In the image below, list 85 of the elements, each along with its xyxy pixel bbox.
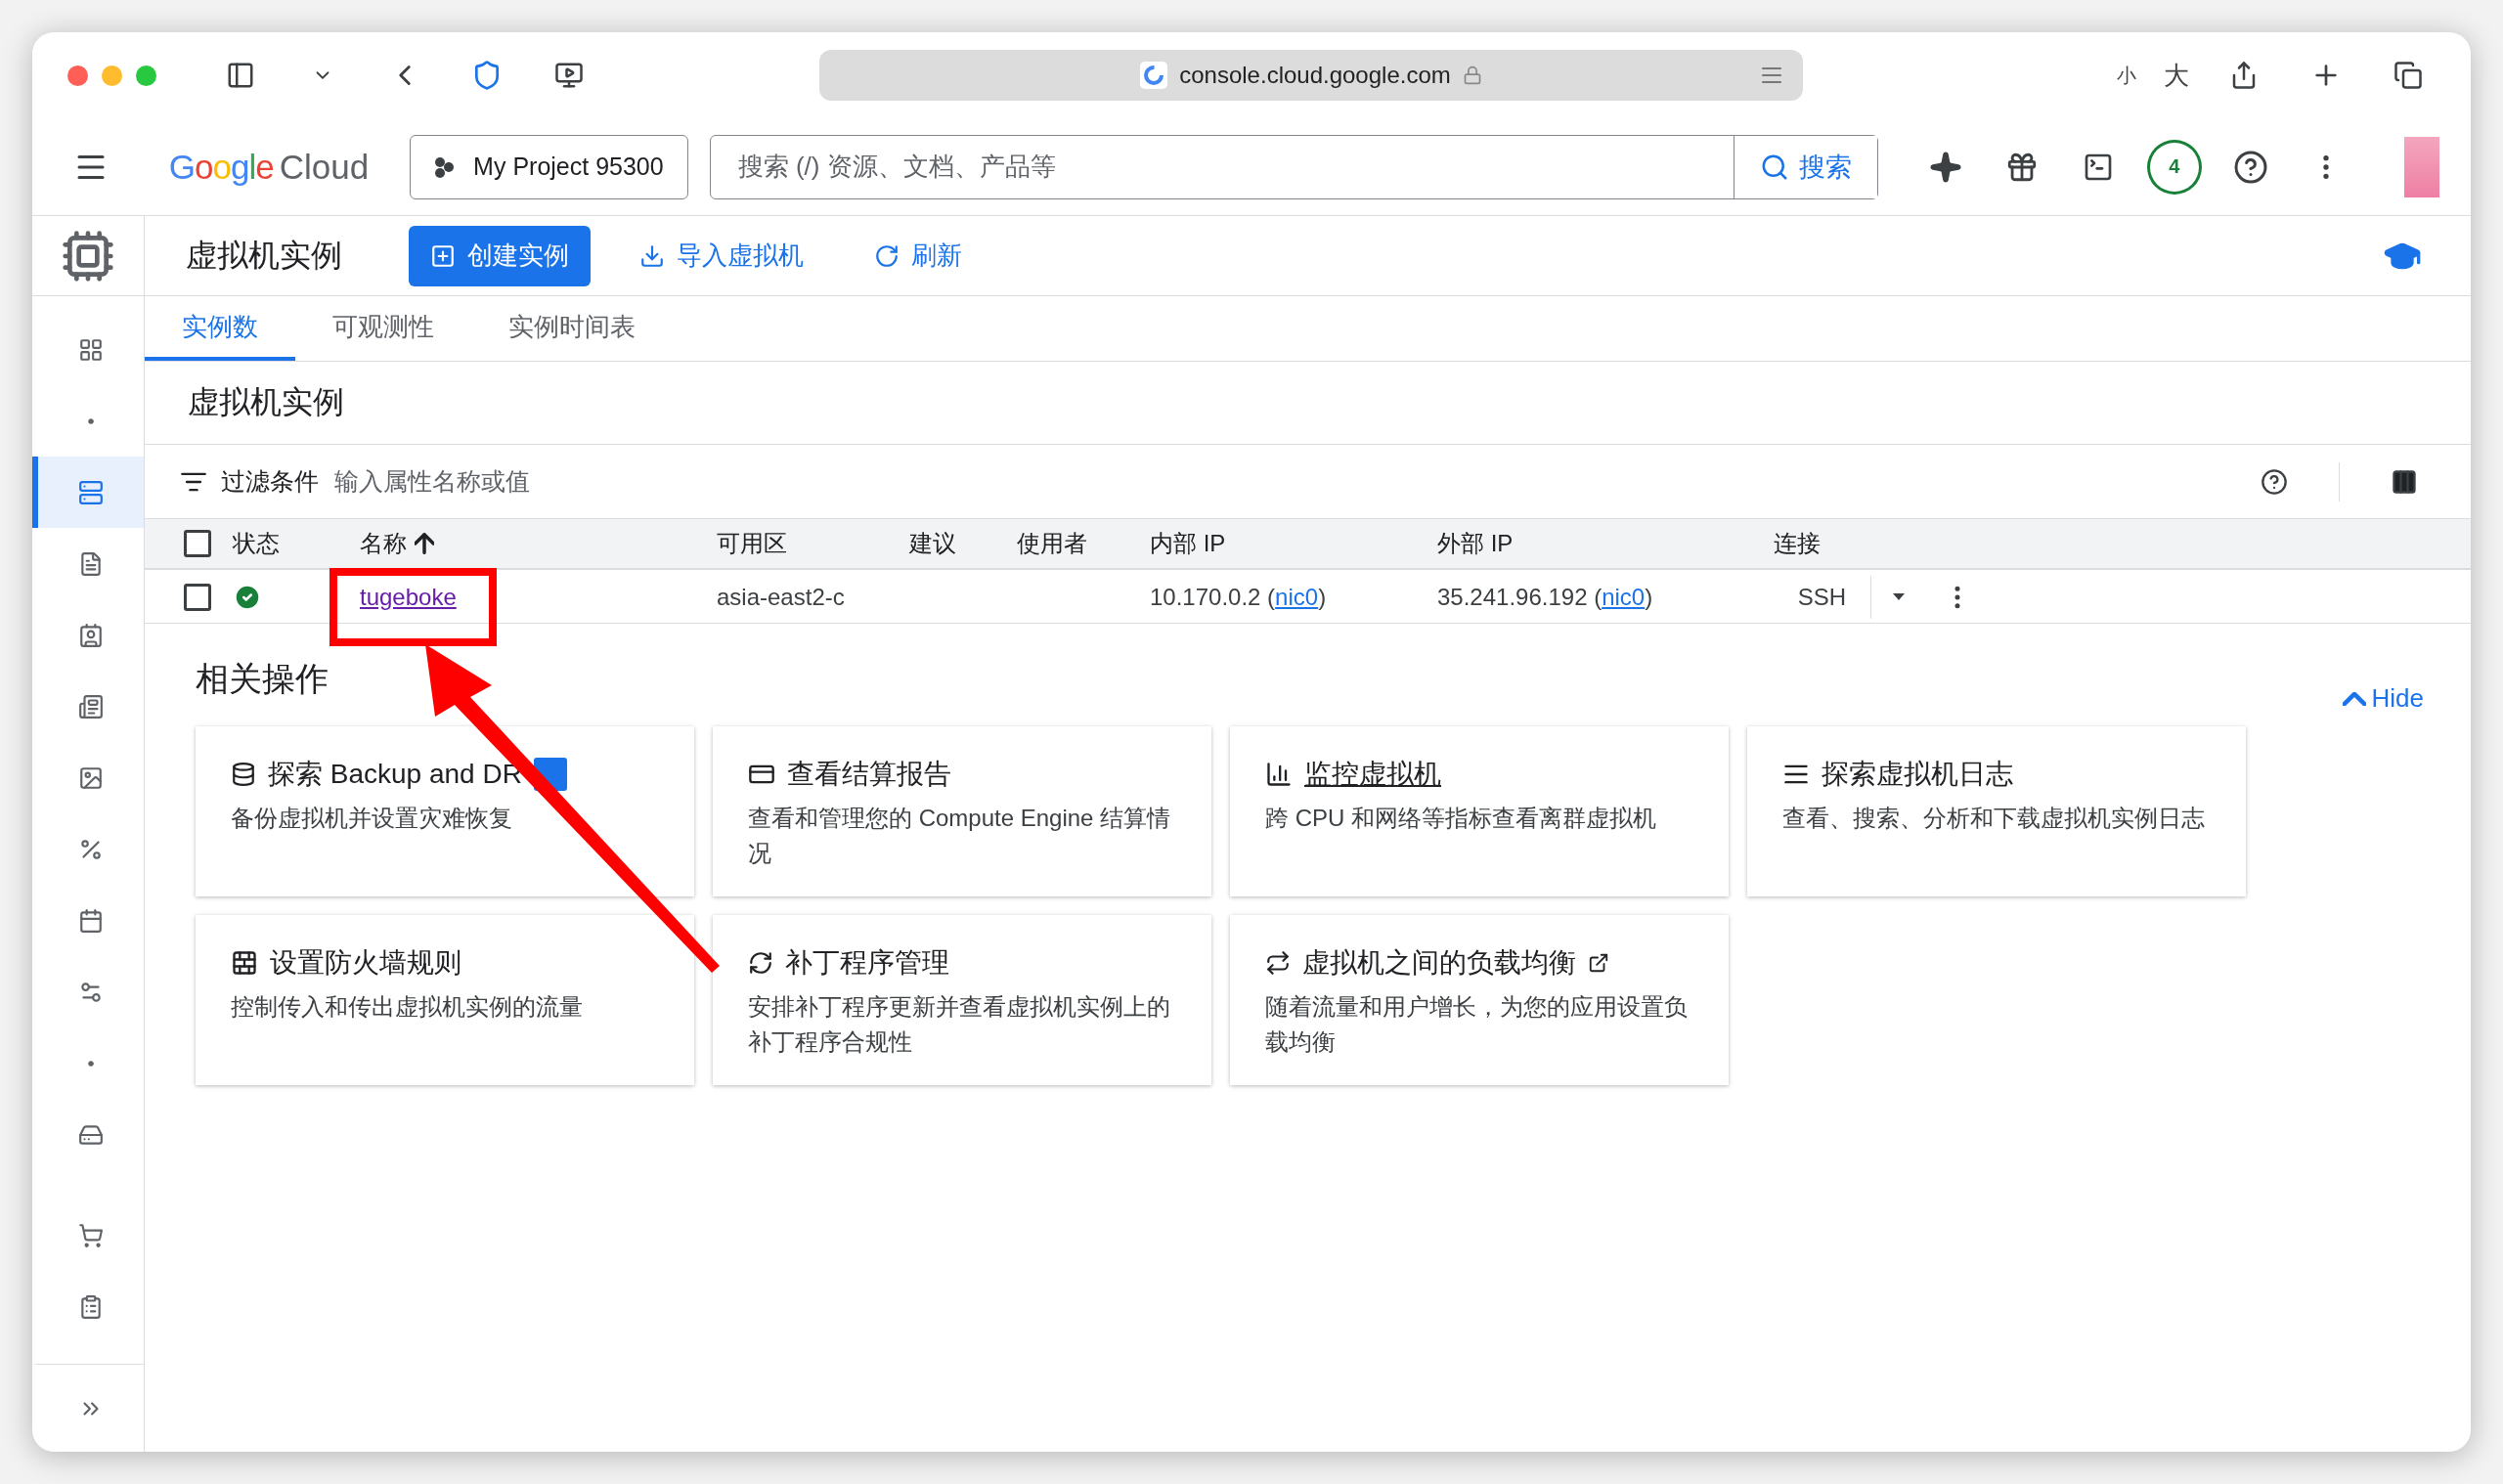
- refresh-button[interactable]: 刷新: [853, 225, 984, 286]
- document-icon: [78, 550, 104, 577]
- table-cell-text: 10.170.0.2 (nic0): [1150, 584, 1328, 611]
- hexagons-icon: [434, 155, 457, 178]
- column-header[interactable]: 使用者: [1017, 528, 1150, 559]
- action-card[interactable]: 虚拟机之间的负载均衡 随着流量和用户增长，为您的应用设置负载均衡: [1230, 915, 1729, 1085]
- table-cell-text: 35.241.96.192 (nic0): [1437, 584, 1654, 611]
- plus-square-icon: [430, 242, 456, 269]
- card-title: 查看结算报告: [787, 758, 951, 791]
- lock-icon: [1462, 65, 1482, 85]
- section-title: 虚拟机实例: [145, 362, 2471, 445]
- refresh-icon: [874, 242, 900, 269]
- hide-button[interactable]: Hide: [2336, 682, 2430, 715]
- table-cell-text: asia-east2-c: [717, 584, 846, 611]
- nic-link[interactable]: nic0: [1602, 584, 1646, 610]
- project-picker[interactable]: My Project 95300: [410, 134, 688, 199]
- text-smaller-button[interactable]: 小: [2117, 62, 2136, 89]
- sync-icon: [1265, 950, 1291, 976]
- card-description: 安排补丁程序更新并查看虚拟机实例上的补丁程序合规性: [748, 992, 1171, 1057]
- address-bar[interactable]: console.cloud.google.com: [819, 50, 1803, 101]
- checkbox[interactable]: [184, 584, 211, 611]
- tab[interactable]: 实例时间表: [471, 296, 673, 361]
- chip-icon: [61, 228, 115, 284]
- card-title: 虚拟机之间的负载均衡: [1302, 946, 1576, 980]
- instance-link[interactable]: tugeboke: [360, 584, 457, 610]
- column-header[interactable]: 可用区: [717, 528, 909, 559]
- card-title-link[interactable]: 监控虚拟机: [1304, 756, 1441, 793]
- action-card[interactable]: 探索虚拟机日志 查看、搜索、分析和下载虚拟机实例日志: [1747, 726, 2246, 896]
- image-icon: [78, 764, 104, 791]
- grid-icon: [78, 336, 104, 363]
- action-card[interactable]: 监控虚拟机 跨 CPU 和网络等指标查看离群虚拟机: [1230, 726, 1729, 896]
- dot-icon: [88, 1060, 94, 1067]
- cart-icon: [78, 1222, 104, 1248]
- notification-count[interactable]: 4: [2146, 139, 2202, 195]
- search-field[interactable]: 搜索 (/) 资源、文档、产品等 搜索: [709, 134, 1878, 199]
- sort-arrow-icon: [415, 533, 434, 554]
- card-description: 查看和管理您的 Compute Engine 结算情况: [748, 804, 1172, 868]
- card-description: 跨 CPU 和网络等指标查看离群虚拟机: [1265, 804, 1657, 833]
- contact-icon: [78, 622, 104, 648]
- related-title: 相关操作: [196, 658, 329, 699]
- column-header[interactable]: 名称: [360, 528, 717, 559]
- chevron-up-icon: [2342, 691, 2366, 706]
- clipboard-icon: [78, 1293, 104, 1320]
- action-card[interactable]: 查看结算报告 查看和管理您的 Compute Engine 结算情况: [713, 726, 1211, 896]
- column-header[interactable]: 状态: [233, 528, 360, 559]
- filter-label: 过滤条件: [221, 466, 319, 497]
- google-icon: [1140, 62, 1168, 89]
- logo[interactable]: Google Cloud: [168, 147, 370, 187]
- dot-icon: [88, 417, 94, 424]
- card-title: 补丁程序管理: [785, 946, 949, 980]
- brick-wall-icon: [231, 949, 258, 977]
- bar-chart-icon: [1265, 761, 1293, 788]
- ssh-button[interactable]: SSH: [1774, 576, 1871, 619]
- download-icon: [639, 242, 665, 269]
- text-larger-button[interactable]: 大: [2164, 58, 2189, 93]
- column-header[interactable]: 内部 IP: [1150, 528, 1437, 559]
- zoom-window-button[interactable]: [136, 65, 156, 86]
- avatar[interactable]: [2404, 136, 2440, 197]
- search-button[interactable]: 搜索: [1733, 135, 1877, 198]
- card-title: 设置防火墙规则: [270, 946, 461, 980]
- url-text: console.cloud.google.com: [1179, 62, 1451, 89]
- refresh-icon: [748, 950, 773, 976]
- card-description: 备份虚拟机并设置灾难恢复: [231, 804, 513, 833]
- checkbox[interactable]: [184, 530, 211, 557]
- card-description: 随着流量和用户增长，为您的应用设置负载均衡: [1265, 992, 1689, 1057]
- close-window-button[interactable]: [67, 65, 88, 86]
- tab[interactable]: 实例数: [145, 296, 295, 361]
- column-header[interactable]: 外部 IP: [1437, 528, 1774, 559]
- card-description: 查看、搜索、分析和下载虚拟机实例日志: [1782, 804, 2206, 833]
- action-card[interactable]: 设置防火墙规则 控制传入和传出虚拟机实例的流量: [196, 915, 694, 1085]
- create-button[interactable]: 创建实例: [409, 225, 591, 286]
- nic-link[interactable]: nic0: [1275, 584, 1319, 610]
- column-header[interactable]: 连接: [1774, 528, 1871, 559]
- column-header[interactable]: 建议: [909, 528, 1017, 559]
- tab[interactable]: 可观测性: [295, 296, 471, 361]
- vm-icon: [78, 479, 104, 505]
- page-title: 虚拟机实例: [186, 236, 342, 275]
- card-title: 探索虚拟机日志: [1822, 758, 2013, 791]
- action-card[interactable]: 补丁程序管理 安排补丁程序更新并查看虚拟机实例上的补丁程序合规性: [713, 915, 1211, 1085]
- sidebar-item[interactable]: [32, 457, 144, 528]
- external-link-icon: [1588, 952, 1609, 974]
- list-icon: [78, 693, 104, 720]
- calendar-icon: [78, 907, 104, 934]
- import-button[interactable]: 导入虚拟机: [618, 225, 825, 286]
- card-description: 控制传入和传出虚拟机实例的流量: [231, 992, 584, 1022]
